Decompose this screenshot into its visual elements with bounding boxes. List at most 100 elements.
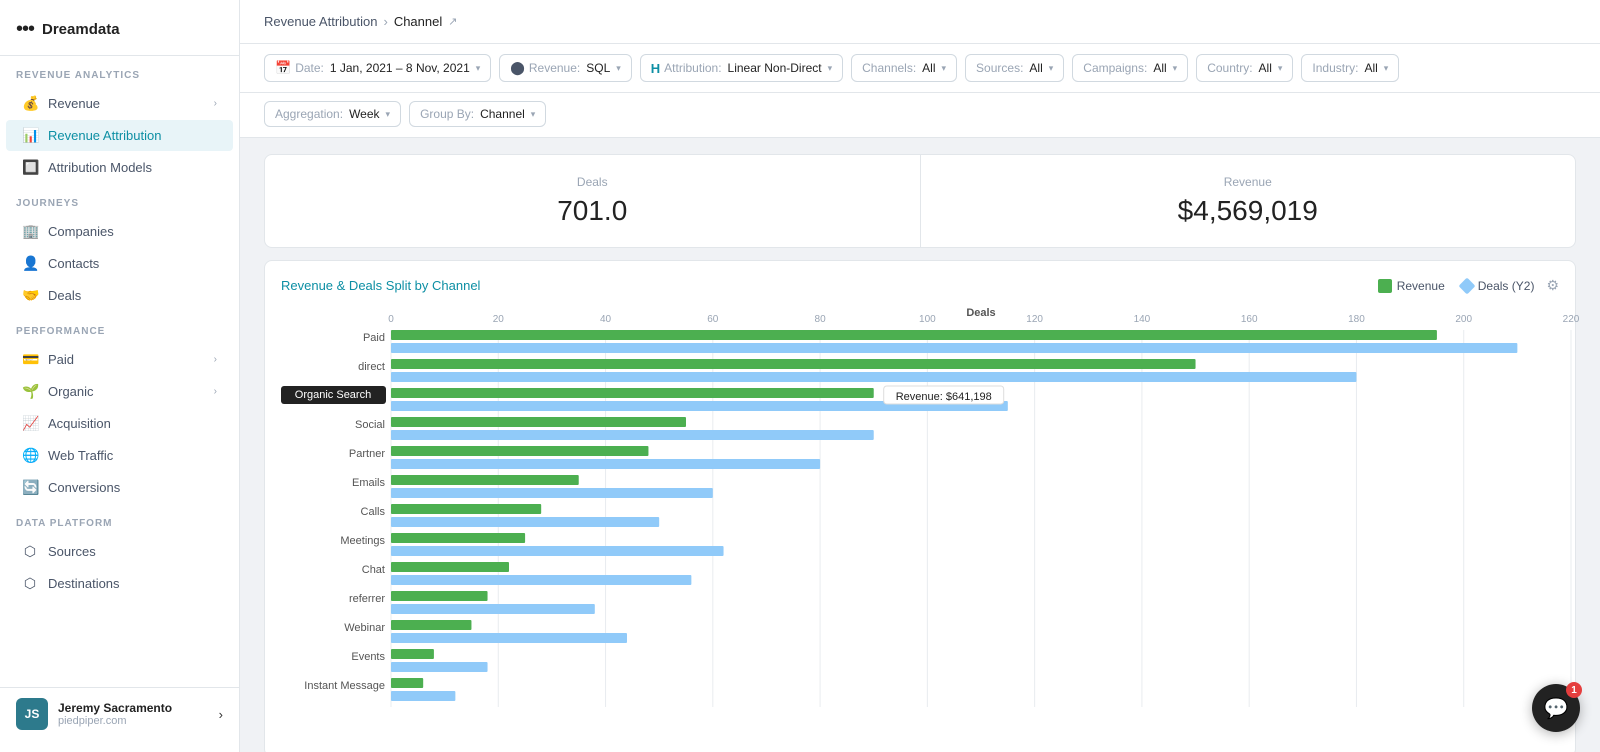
channels-value: All — [922, 61, 935, 75]
chart-legend: Revenue Deals (Y2) — [1378, 279, 1535, 293]
user-info: Jeremy Sacramento piedpiper.com — [58, 701, 209, 727]
sidebar-item-web-traffic[interactable]: 🌐 Web Traffic — [6, 440, 233, 471]
sidebar-section-performance: PERFORMANCE — [0, 312, 239, 343]
industry-filter[interactable]: Industry: All ▾ — [1301, 54, 1399, 82]
legend-deals-dot — [1458, 277, 1475, 294]
sources-filter[interactable]: Sources: All ▾ — [965, 54, 1064, 82]
sidebar-label-deals: Deals — [48, 288, 81, 303]
industry-value: All — [1364, 61, 1377, 75]
svg-text:Social: Social — [355, 419, 385, 431]
sidebar-item-acquisition[interactable]: 📈 Acquisition — [6, 408, 233, 439]
svg-text:Paid: Paid — [363, 332, 385, 344]
attribution-value: Linear Non-Direct — [728, 61, 822, 75]
aggregation-caret: ▾ — [386, 109, 391, 120]
sidebar-item-paid[interactable]: 💳 Paid › — [6, 344, 233, 375]
sidebar-icon-sources: ⬡ — [22, 543, 38, 560]
chevron-icon: › — [214, 354, 217, 365]
breadcrumb-separator: › — [383, 14, 387, 29]
aggregation-label: Aggregation: — [275, 107, 343, 121]
logo-text: Dreamdata — [42, 21, 120, 38]
date-label: Date: — [295, 61, 324, 75]
svg-text:180: 180 — [1348, 314, 1365, 325]
attribution-caret: ▾ — [828, 63, 833, 74]
sidebar-icon-revenue-attribution: 📊 — [22, 127, 38, 144]
sidebar-label-web-traffic: Web Traffic — [48, 448, 113, 463]
sidebar-label-organic: Organic — [48, 384, 94, 399]
legend-revenue: Revenue — [1378, 279, 1445, 293]
sidebar-label-conversions: Conversions — [48, 480, 120, 495]
campaigns-caret: ▾ — [1173, 63, 1178, 74]
svg-text:100: 100 — [919, 314, 936, 325]
date-icon: 📅 — [275, 60, 291, 76]
user-company: piedpiper.com — [58, 715, 209, 727]
svg-text:160: 160 — [1241, 314, 1258, 325]
sidebar-item-contacts[interactable]: 👤 Contacts — [6, 248, 233, 279]
svg-text:Deals: Deals — [966, 307, 995, 319]
revenue-caret: ▾ — [616, 63, 621, 74]
sidebar-section-journeys: JOURNEYS — [0, 184, 239, 215]
revenue-card: Revenue $4,569,019 — [921, 155, 1576, 247]
groupby-filter[interactable]: Group By: Channel ▾ — [409, 101, 546, 127]
sidebar-icon-web-traffic: 🌐 — [22, 447, 38, 464]
sidebar-label-revenue-attribution: Revenue Attribution — [48, 128, 161, 143]
sidebar-item-attribution-models[interactable]: 🔲 Attribution Models — [6, 152, 233, 183]
date-filter[interactable]: 📅 Date: 1 Jan, 2021 – 8 Nov, 2021 ▾ — [264, 54, 491, 82]
legend-revenue-dot — [1378, 279, 1392, 293]
revenue-label: Revenue: — [529, 61, 580, 75]
sidebar-icon-attribution-models: 🔲 — [22, 159, 38, 176]
sidebar-label-acquisition: Acquisition — [48, 416, 111, 431]
svg-text:140: 140 — [1134, 314, 1151, 325]
sidebar-item-sources[interactable]: ⬡ Sources — [6, 536, 233, 567]
svg-text:60: 60 — [707, 314, 719, 325]
filters-row-2: Aggregation: Week ▾ Group By: Channel ▾ — [240, 93, 1600, 138]
sidebar-icon-companies: 🏢 — [22, 223, 38, 240]
revenue-summary-label: Revenue — [953, 175, 1544, 189]
chart-settings-button[interactable]: ⚙ — [1546, 277, 1559, 294]
chart-title[interactable]: Revenue & Deals Split by Channel — [281, 278, 480, 293]
user-profile[interactable]: JS Jeremy Sacramento piedpiper.com › — [0, 687, 239, 740]
aggregation-filter[interactable]: Aggregation: Week ▾ — [264, 101, 401, 127]
chat-button[interactable]: 💬 1 — [1532, 684, 1580, 732]
revenue-filter[interactable]: ⬤ Revenue: SQL ▾ — [499, 54, 631, 82]
svg-text:Chat: Chat — [362, 564, 385, 576]
attribution-filter[interactable]: H Attribution: Linear Non-Direct ▾ — [640, 54, 843, 82]
sidebar-item-conversions[interactable]: 🔄 Conversions — [6, 472, 233, 503]
country-filter[interactable]: Country: All ▾ — [1196, 54, 1293, 82]
sidebar-label-sources: Sources — [48, 544, 96, 559]
revenue-value: SQL — [586, 61, 610, 75]
sidebar-item-companies[interactable]: 🏢 Companies — [6, 216, 233, 247]
sidebar-icon-acquisition: 📈 — [22, 415, 38, 432]
aggregation-value: Week — [349, 107, 379, 121]
svg-text:0: 0 — [388, 314, 394, 325]
sidebar-icon-conversions: 🔄 — [22, 479, 38, 496]
filters-row-1: 📅 Date: 1 Jan, 2021 – 8 Nov, 2021 ▾ ⬤ Re… — [240, 44, 1600, 93]
chat-badge: 1 — [1566, 682, 1582, 698]
campaigns-value: All — [1153, 61, 1166, 75]
sidebar-item-deals[interactable]: 🤝 Deals — [6, 280, 233, 311]
groupby-value: Channel — [480, 107, 525, 121]
sidebar-section-revenue-analytics: REVENUE ANALYTICS — [0, 56, 239, 87]
legend-deals: Deals (Y2) — [1461, 279, 1535, 293]
sidebar-item-revenue[interactable]: 💰 Revenue › — [6, 88, 233, 119]
revenue-summary-value: $4,569,019 — [953, 195, 1544, 227]
industry-label: Industry: — [1312, 61, 1358, 75]
campaigns-filter[interactable]: Campaigns: All ▾ — [1072, 54, 1188, 82]
sidebar-icon-destinations: ⬡ — [22, 575, 38, 592]
main-content: Revenue Attribution › Channel ↗ 📅 Date: … — [240, 0, 1600, 752]
sidebar-item-revenue-attribution[interactable]: 📊 Revenue Attribution — [6, 120, 233, 151]
sidebar-item-destinations[interactable]: ⬡ Destinations — [6, 568, 233, 599]
groupby-label: Group By: — [420, 107, 474, 121]
external-link-icon[interactable]: ↗ — [448, 15, 457, 28]
logo-dots: ••• — [16, 18, 34, 41]
sidebar-item-organic[interactable]: 🌱 Organic › — [6, 376, 233, 407]
legend-deals-label: Deals (Y2) — [1478, 279, 1535, 293]
svg-text:200: 200 — [1455, 314, 1472, 325]
deals-card: Deals 701.0 — [265, 155, 921, 247]
sidebar-label-contacts: Contacts — [48, 256, 99, 271]
sources-label: Sources: — [976, 61, 1023, 75]
channels-filter[interactable]: Channels: All ▾ — [851, 54, 957, 82]
groupby-caret: ▾ — [531, 109, 536, 120]
breadcrumb-parent[interactable]: Revenue Attribution — [264, 14, 377, 29]
svg-text:220: 220 — [1563, 314, 1580, 325]
sidebar-section-data-platform: DATA PLATFORM — [0, 504, 239, 535]
